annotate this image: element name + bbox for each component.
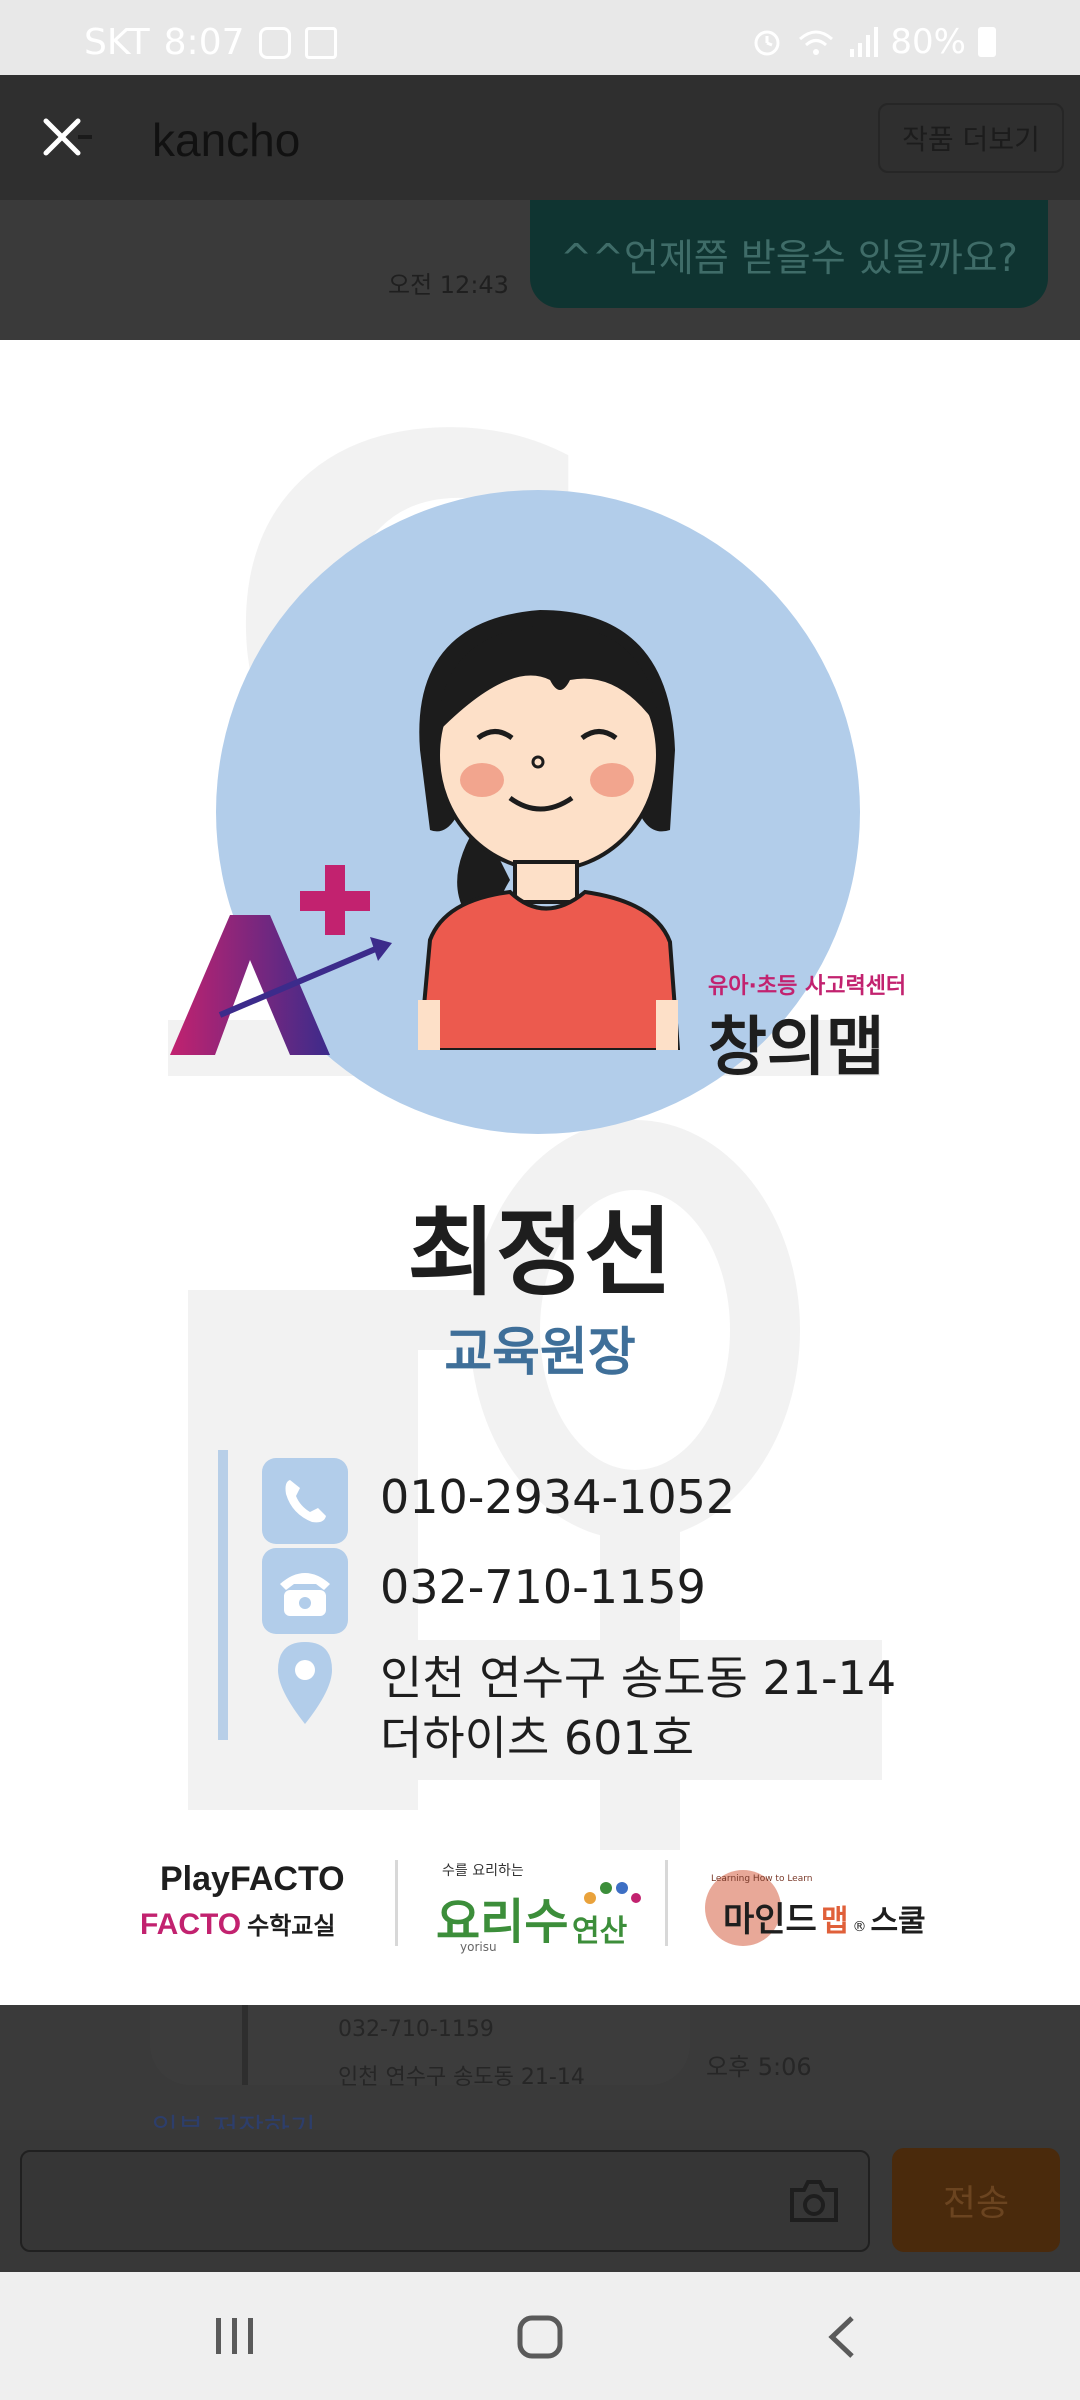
message-bubble[interactable]: ^^언제쯤 받을수 있을까요? <box>530 200 1048 308</box>
facto-prefix: FACTO <box>140 1908 242 1941</box>
mindmap-name: 마인드 <box>723 1900 817 1940</box>
message-time: 오후 5:06 <box>706 2053 812 2081</box>
logo-divider <box>395 1860 398 1946</box>
recent-apps-icon[interactable] <box>212 2316 258 2356</box>
mindmap-suffix: 스쿨 <box>870 1904 926 1939</box>
wifi-icon <box>799 30 834 55</box>
instagram-icon <box>258 26 291 59</box>
save-link[interactable]: 입부 저장하기 <box>152 2107 315 2129</box>
message-input[interactable] <box>20 2150 870 2252</box>
avatar-illustration <box>417 610 681 1050</box>
address-line-1: 인천 연수구 송도동 21-14 <box>380 1651 897 1705</box>
preview-bar <box>242 2005 248 2085</box>
message-time: 오전 12:43 <box>388 271 509 299</box>
playfacto-top: PlayFACTO <box>160 1860 345 1898</box>
clock: 8:07 <box>163 22 245 63</box>
mindmap-tag: Learning How to Learn <box>711 1874 813 1884</box>
preview-address: 인천 연수구 송도동 21-14 <box>338 2065 585 2090</box>
carrier-label: SKT <box>84 22 150 63</box>
mobile-number[interactable]: 010-2934-1052 <box>380 1470 735 1524</box>
yorisu-dots-icon <box>584 1882 641 1904</box>
back-icon[interactable] <box>824 2314 860 2360</box>
app-bar: kancho 작품 더보기 <box>0 75 1080 202</box>
mindmap-wordmark: 마인드 맵 ® 스쿨 <box>723 1892 926 1941</box>
person-role: 교육원장 <box>444 1323 636 1383</box>
close-icon[interactable] <box>30 105 96 171</box>
location-icon <box>274 1640 336 1730</box>
chat-title: kancho <box>152 114 301 166</box>
facto-suffix: 수학교실 <box>247 1912 336 1940</box>
send-button[interactable]: 전송 <box>892 2148 1060 2252</box>
registered-mark: ® <box>852 1919 867 1935</box>
message-input-bar: 전송 <box>0 2130 1080 2272</box>
mobile-icon <box>262 1458 348 1544</box>
signal-icon <box>850 27 879 57</box>
yorisu-logo: 수를 요리하는 요리수 yorisu 연산 <box>432 1860 662 1960</box>
center-name: 창의맵 <box>708 1011 885 1085</box>
yorisu-suffix: 연산 <box>572 1914 628 1949</box>
chat-area-bottom: 032-710-1159 인천 연수구 송도동 21-14 오후 5:06 입부… <box>0 2005 1080 2130</box>
chat-area-top: 오전 12:43 ^^언제쯤 받을수 있을까요? <box>0 200 1080 340</box>
status-left: SKT 8:07 <box>84 22 337 63</box>
yorisu-name: 요리수 <box>436 1894 569 1950</box>
camera-icon[interactable] <box>786 2176 842 2226</box>
status-bar: SKT 8:07 80% <box>0 0 1080 75</box>
mindmap-highlight: 맵 <box>820 1904 849 1939</box>
preview-phone: 032-710-1159 <box>338 2017 494 2042</box>
yorisu-tag: 수를 요리하는 <box>442 1863 524 1879</box>
more-works-button[interactable]: 작품 더보기 <box>878 103 1064 173</box>
system-nav-bar <box>0 2272 1080 2400</box>
battery-icon <box>978 27 996 57</box>
office-number[interactable]: 032-710-1159 <box>380 1560 706 1614</box>
person-name: 최정선 <box>407 1197 673 1309</box>
telephone-icon <box>262 1548 348 1634</box>
status-right: 80% <box>750 22 996 62</box>
home-icon[interactable] <box>516 2314 564 2360</box>
gallery-icon <box>304 26 337 59</box>
alarm-icon <box>754 30 780 56</box>
logo-divider <box>665 1860 668 1946</box>
contact-divider <box>218 1450 228 1740</box>
mindmap-school-logo: Learning How to Learn 마인드 맵 ® 스쿨 <box>705 1870 965 1950</box>
battery-percent: 80% <box>890 22 966 62</box>
playfacto-logo: PlayFACTO FACTO 수학교실 <box>140 1860 360 1950</box>
yorisu-sub: yorisu <box>460 1940 497 1954</box>
facto-math-label: FACTO 수학교실 <box>140 1906 335 1942</box>
business-card-image[interactable]: C <box>0 340 1080 2005</box>
address-line-2: 더하이츠 601호 <box>380 1711 695 1765</box>
a-plus-logo <box>170 865 392 1055</box>
